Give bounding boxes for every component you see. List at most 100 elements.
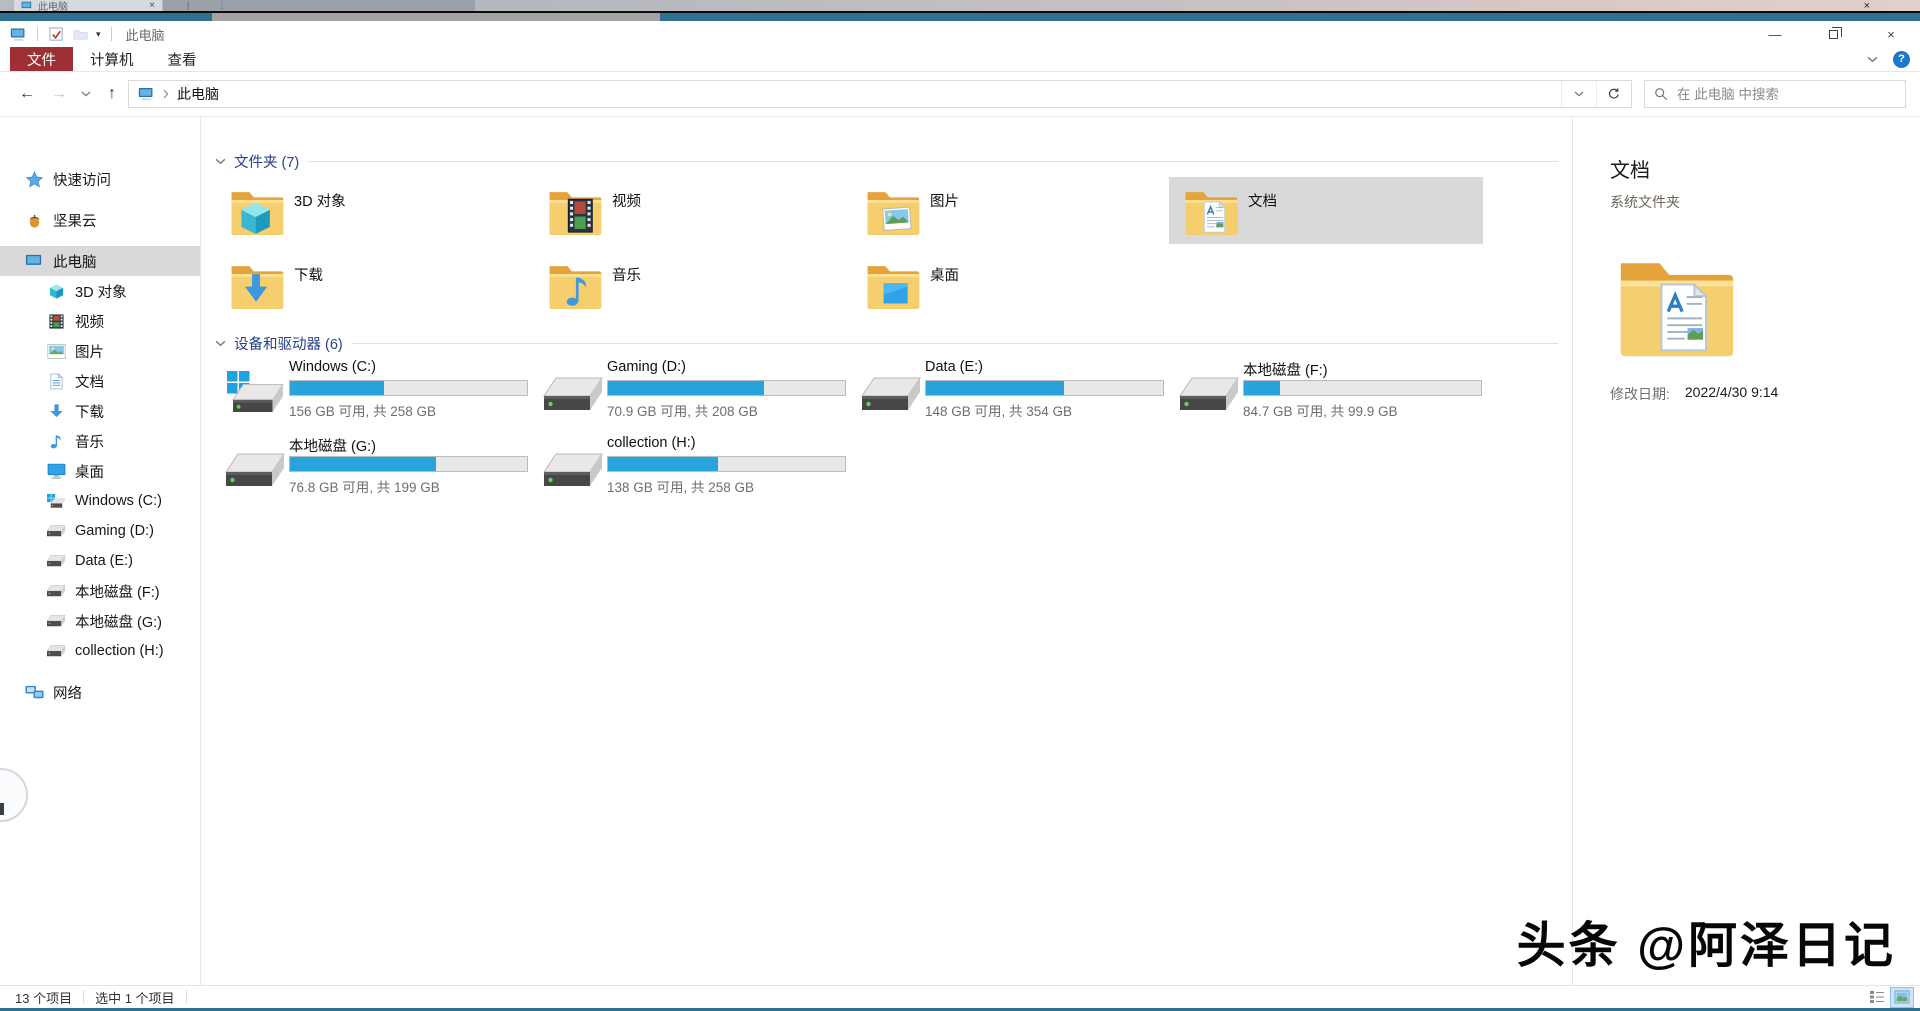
drives-group-header[interactable]: 设备和驱动器 (6) [215,333,1558,353]
sidebar-item-0[interactable]: 快速访问 [0,164,200,194]
drive-tile[interactable]: Gaming (D:) 70.9 GB 可用, 共 208 GB [533,359,847,431]
chevron-down-icon[interactable] [215,158,226,165]
restore-button[interactable] [1804,21,1862,47]
sidebar-item-14[interactable]: 本地磁盘 (G:) [0,606,200,636]
ribbon-tab-file[interactable]: 文件 [10,47,73,71]
sidebar-item-icon [47,523,66,540]
folder-tile[interactable]: 文档 [1169,177,1483,244]
drive-usage-fill [608,381,765,395]
chevron-right-icon [163,89,169,99]
background-bar: | ⋮ [163,0,475,11]
details-subtitle: 系统文件夹 [1610,194,1680,210]
sidebar-item-label: 网络 [53,685,82,702]
recent-locations-button[interactable] [76,91,96,97]
sidebar-item-icon [25,212,44,229]
tab-close-icon[interactable]: × [149,0,155,11]
folder-tile[interactable]: 视频 [533,177,847,244]
drive-usage-bar [289,456,528,472]
up-button[interactable]: ↑ [98,86,126,102]
folder-icon [1182,181,1239,237]
folder-tile[interactable]: 音乐 [533,251,847,318]
drive-capacity: 70.9 GB 可用, 共 208 GB [607,404,758,419]
drive-tile[interactable]: 本地磁盘 (G:) 76.8 GB 可用, 共 199 GB [215,435,529,507]
ribbon-collapse-icon[interactable] [1867,56,1878,63]
folder-icon [546,255,603,311]
folder-tile-label: 3D 对象 [294,194,346,210]
help-icon[interactable]: ? [1893,50,1910,68]
sidebar-item-icon [47,463,66,480]
status-divider [185,990,187,1004]
back-button[interactable]: ← [12,86,42,102]
sidebar-item-10[interactable]: Windows (C:) [0,486,200,516]
folders-group-header[interactable]: 文件夹 (7) [215,151,1558,171]
sidebar-item-8[interactable]: 音乐 [0,426,200,456]
drive-tile-body: 本地磁盘 (G:) 76.8 GB 可用, 共 199 GB [289,435,528,507]
quick-access-toolbar: ▾ [10,26,115,42]
sidebar-item-7[interactable]: 下载 [0,396,200,426]
folder-tile[interactable]: 图片 [851,177,1165,244]
thumbnails-view-button[interactable] [1890,986,1914,1008]
refresh-button[interactable] [1596,81,1631,107]
drive-icon [542,445,604,497]
breadcrumb-path[interactable]: 此电脑 [177,84,219,104]
sidebar-item-5[interactable]: 图片 [0,336,200,366]
forward-button[interactable]: → [44,86,74,102]
drive-tile[interactable]: 本地磁盘 (F:) 84.7 GB 可用, 共 99.9 GB [1169,359,1483,431]
titlebar: ▾ 此电脑 — × [0,21,1920,47]
sidebar-item-label: 快速访问 [53,172,111,189]
address-box[interactable]: 此电脑 [128,80,1632,108]
properties-check-icon[interactable] [48,26,65,42]
pipe-glyph: | [187,0,190,10]
ribbon-tab[interactable]: 计算机 [73,47,151,71]
drive-name: 本地磁盘 (F:) [1243,363,1328,379]
folder-tile[interactable]: 3D 对象 [215,177,529,244]
sidebar-item-13[interactable]: 本地磁盘 (F:) [0,576,200,606]
ribbon-tab-bar: 文件 计算机 查看 ? [0,47,1920,72]
drive-name: Data (E:) [925,359,984,375]
background-close-icon[interactable]: × [1864,0,1870,12]
details-view-button[interactable] [1866,988,1888,1007]
ribbon-right-controls: ? [1867,47,1910,71]
details-view-icon [1869,989,1885,1005]
folder-icon [546,181,603,237]
items-count: 13 个项目 [15,990,73,1006]
search-input[interactable] [1677,86,1896,102]
sidebar-item-label: 本地磁盘 (G:) [75,614,162,631]
folder-tile-label: 桌面 [930,268,959,284]
customize-toolbar-dropdown-icon[interactable]: ▾ [96,29,101,40]
minimize-button[interactable]: — [1746,21,1804,47]
breadcrumb[interactable]: 此电脑 [129,81,1561,107]
sidebar-item-icon [47,343,66,360]
drive-tile[interactable]: Data (E:) 148 GB 可用, 共 354 GB [851,359,1165,431]
sidebar-item-9[interactable]: 桌面 [0,456,200,486]
sidebar-item-label: 图片 [75,344,104,361]
sidebar-item-12[interactable]: Data (E:) [0,546,200,576]
view-toggles [1866,986,1914,1008]
sidebar-item-1[interactable]: 坚果云 [0,205,200,235]
sidebar-item-label: 桌面 [75,464,104,481]
drive-usage-bar [289,380,528,396]
drive-tile[interactable]: Windows (C:) 156 GB 可用, 共 258 GB [215,359,529,431]
ribbon-tab[interactable]: 查看 [151,47,214,71]
tab-computer-icon [21,1,33,11]
close-button[interactable]: × [1862,21,1920,47]
sidebar-item-6[interactable]: 文档 [0,366,200,396]
chevron-down-icon[interactable] [215,340,226,347]
sidebar-item-4[interactable]: 视频 [0,306,200,336]
drive-tile[interactable]: collection (H:) 138 GB 可用, 共 258 GB [533,435,847,507]
background-tab[interactable]: 此电脑 × [14,0,162,13]
new-folder-icon[interactable] [72,27,89,42]
search-box[interactable] [1644,80,1906,108]
folder-tile-label: 文档 [1248,194,1277,210]
address-history-button[interactable] [1561,81,1596,107]
sidebar-item-16[interactable]: 网络 [0,677,200,707]
sidebar-item-label: Gaming (D:) [75,523,154,539]
sidebar-item-15[interactable]: collection (H:) [0,636,200,666]
drive-usage-bar [925,380,1164,396]
sidebar-item-11[interactable]: Gaming (D:) [0,516,200,546]
folder-tile[interactable]: 下载 [215,251,529,318]
folder-tile[interactable]: 桌面 [851,251,1165,318]
sidebar-item-2[interactable]: 此电脑 [0,246,200,276]
folder-tile-label: 视频 [612,194,641,210]
sidebar-item-3[interactable]: 3D 对象 [0,276,200,306]
